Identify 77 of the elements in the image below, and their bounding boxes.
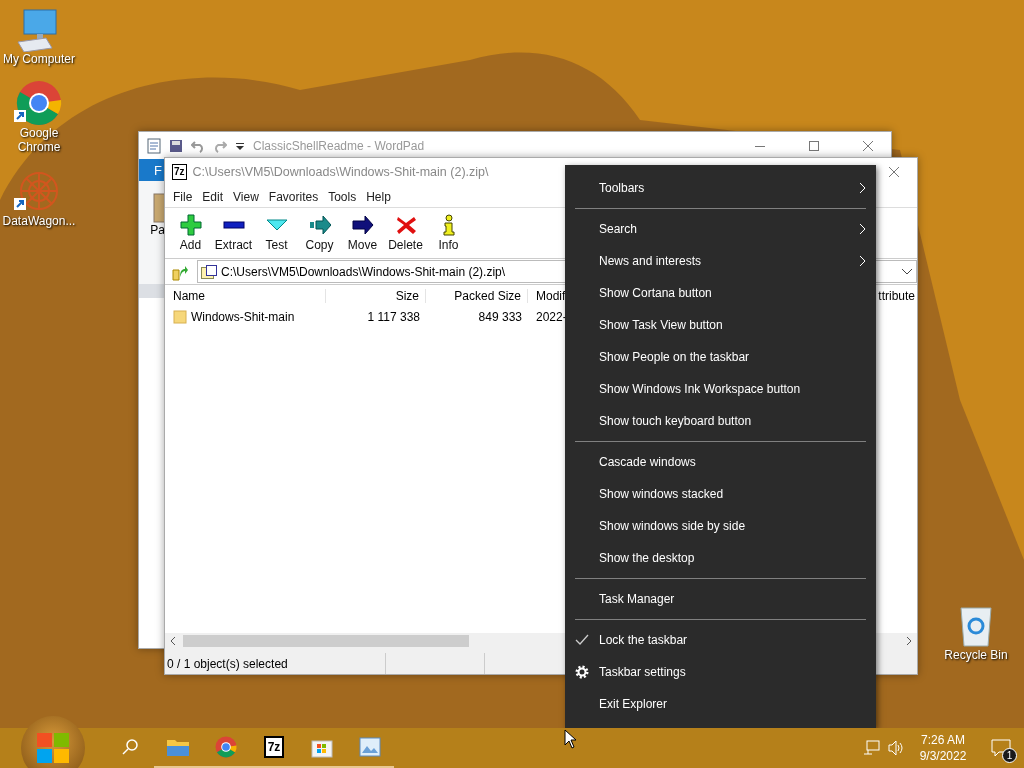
menu-item[interactable]: Edit bbox=[197, 189, 229, 204]
x-mark-icon bbox=[394, 214, 417, 236]
notification-count: 1 bbox=[1002, 748, 1017, 763]
menu-item[interactable]: View bbox=[228, 189, 264, 204]
menu-item[interactable]: Lock the taskbar bbox=[565, 624, 876, 656]
menu-item[interactable]: Show windows side by side bbox=[565, 510, 876, 542]
toolbar-button[interactable]: Delete bbox=[384, 214, 427, 252]
folder-icon bbox=[173, 310, 187, 324]
table-cell-text: 1 117 338 bbox=[366, 310, 421, 324]
menu-item[interactable]: Help bbox=[361, 189, 396, 204]
plus-icon bbox=[179, 214, 202, 236]
ruler bbox=[139, 284, 165, 298]
chevron-right-icon bbox=[859, 223, 866, 235]
toolbar-button[interactable]: Test bbox=[255, 214, 298, 252]
toolbar-button[interactable]: Copy bbox=[298, 214, 341, 252]
paste-label[interactable]: Pa bbox=[150, 223, 165, 237]
menu-item[interactable]: Tools bbox=[323, 189, 362, 204]
menu-item[interactable]: Show People on the taskbar bbox=[565, 341, 876, 373]
save-icon[interactable] bbox=[169, 138, 183, 153]
toolbar-button[interactable]: Add bbox=[169, 214, 212, 252]
file-tab[interactable]: F bbox=[139, 159, 164, 181]
menu-item[interactable]: Favorites bbox=[263, 189, 324, 204]
archive-file-icon bbox=[201, 264, 217, 279]
menu-item[interactable]: Task Manager bbox=[565, 583, 876, 615]
volume-icon bbox=[887, 740, 905, 756]
window-title: ClassicShellReadme - WordPad bbox=[253, 138, 425, 153]
menu-item[interactable]: Show Task View button bbox=[565, 309, 876, 341]
message-icon bbox=[991, 739, 1011, 757]
search-icon bbox=[121, 738, 139, 756]
redo-icon[interactable] bbox=[213, 138, 227, 153]
table-cell: Windows-Shit-main bbox=[165, 310, 326, 324]
seven-zip-icon: 7z bbox=[263, 736, 285, 758]
menu-item[interactable]: Show the desktop bbox=[565, 542, 876, 574]
chrome-icon bbox=[16, 80, 62, 126]
seven-zip-icon: 7z bbox=[172, 164, 187, 180]
menu-item[interactable]: Cascade windows bbox=[565, 446, 876, 478]
toolbar-button[interactable]: Move bbox=[341, 214, 384, 252]
network-icon bbox=[863, 740, 881, 756]
table-cell-text: 2022- bbox=[535, 310, 568, 324]
column-header[interactable]: Packed Size bbox=[426, 289, 528, 303]
status-text: 0 / 1 object(s) selected bbox=[165, 653, 386, 674]
windows-logo-icon bbox=[35, 731, 71, 765]
dropdown-icon[interactable] bbox=[235, 140, 245, 151]
close-icon bbox=[863, 140, 873, 151]
toolbar-button[interactable]: Extract bbox=[212, 214, 255, 252]
menu-item[interactable]: File bbox=[168, 189, 198, 204]
taskbar-app-button[interactable]: 7z bbox=[250, 728, 298, 768]
picture-frame-icon bbox=[359, 736, 381, 758]
menu-item[interactable]: Taskbar settings bbox=[565, 656, 876, 688]
chevron-right-icon bbox=[859, 255, 866, 267]
menu-item[interactable]: Show touch keyboard button bbox=[565, 405, 876, 437]
window-title: C:\Users\VM5\Downloads\Windows-Shit-main (2).zip\ bbox=[192, 165, 489, 179]
arrow-right-icon bbox=[351, 214, 374, 236]
chevron-right-icon bbox=[859, 182, 866, 194]
table-cell-text: 849 333 bbox=[477, 310, 523, 324]
notifications-button[interactable]: 1 bbox=[978, 728, 1024, 768]
menu-item[interactable]: Toolbars bbox=[565, 172, 876, 204]
start-button[interactable] bbox=[21, 716, 85, 768]
desktop-icon-label[interactable]: DataWagon... bbox=[2, 214, 76, 228]
mouse-cursor-icon bbox=[564, 729, 577, 749]
settings-icon bbox=[575, 665, 589, 679]
menu-item[interactable]: Show windows stacked bbox=[565, 478, 876, 510]
chrome-icon bbox=[215, 736, 237, 758]
desktop-icon-label[interactable]: Recycle Bin bbox=[944, 648, 1008, 662]
menu-item[interactable]: Exit Explorer bbox=[565, 688, 876, 720]
folder-icon bbox=[166, 737, 190, 757]
column-header[interactable]: Name bbox=[165, 289, 326, 303]
chevron-down-icon[interactable] bbox=[902, 268, 912, 275]
undo-icon[interactable] bbox=[191, 138, 205, 153]
maximize-icon bbox=[809, 140, 819, 151]
menu-item[interactable]: Search bbox=[565, 213, 876, 245]
arrow-right-icon bbox=[308, 214, 331, 236]
column-header[interactable]: Size bbox=[326, 289, 426, 303]
close-icon bbox=[889, 167, 899, 177]
toolbar-button[interactable]: Info bbox=[427, 214, 470, 252]
document-icon bbox=[147, 137, 161, 154]
menu-item[interactable]: Show Windows Ink Workspace button bbox=[565, 373, 876, 405]
